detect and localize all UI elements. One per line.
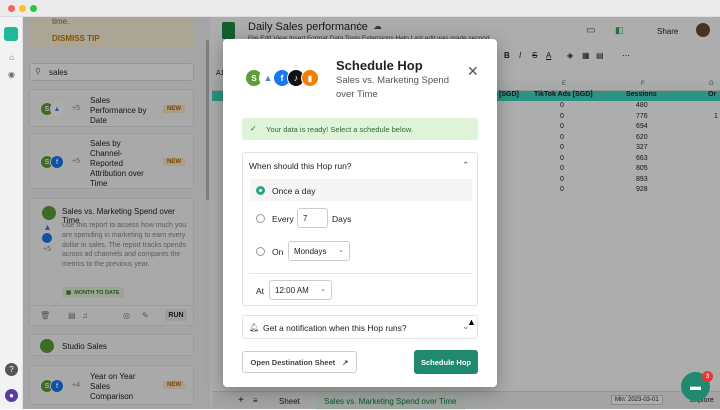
window-titlebar [0, 0, 720, 17]
once-radio[interactable] [256, 186, 265, 195]
days-label: Days [332, 214, 352, 224]
analytics-icon: ▮ [301, 69, 319, 87]
app-rail: ⌂ ◉ ? ● [0, 17, 23, 409]
check-icon: ✓ [250, 124, 257, 133]
every-days-input[interactable]: 7 [297, 208, 328, 228]
on-radio[interactable] [256, 247, 265, 256]
time-select[interactable]: 12:00 AM ⌄ [269, 280, 332, 300]
chevron-down-icon: ⌄ [320, 286, 326, 293]
history-icon[interactable]: ◉ [5, 68, 18, 81]
success-banner: ✓ Your data is ready! Select a schedule … [242, 118, 478, 140]
chevron-down-icon: ⌄ [338, 247, 344, 254]
at-label: At [256, 286, 265, 296]
weekday-value: Mondays [294, 246, 327, 256]
every-label: Every [272, 214, 294, 224]
chat-icon: ▬ [690, 380, 701, 393]
schedule-question[interactable]: When should this Hop run? [249, 161, 352, 171]
option-once-row[interactable]: Once a day [250, 179, 472, 201]
close-icon[interactable]: ✕ [467, 63, 479, 80]
bell-icon: 🔔︎ [249, 323, 260, 332]
avatar[interactable]: ● [5, 389, 18, 402]
modal-subtitle: Sales vs. Marketing Spend over Time [336, 75, 450, 100]
minimize-window-button[interactable] [19, 5, 26, 12]
cursor-icon: ▲ [467, 317, 476, 327]
divider [249, 273, 472, 274]
chevron-up-icon[interactable]: ⌃ [462, 160, 470, 171]
notification-section[interactable]: 🔔︎ Get a notification when this Hop runs… [242, 315, 478, 339]
external-link-icon: ↗ [342, 357, 349, 367]
weekday-select[interactable]: Mondays ⌄ [288, 241, 350, 261]
once-label: Once a day [272, 186, 316, 196]
modal-title: Schedule Hop [336, 58, 423, 73]
notify-label: Get a notification when this Hop runs? [263, 323, 407, 333]
on-label: On [272, 247, 284, 257]
schedule-section: When should this Hop run? ⌃ Once a day E… [242, 152, 478, 306]
time-value: 12:00 AM [275, 285, 309, 295]
app-logo[interactable] [4, 27, 18, 41]
schedule-hop-modal: S ▲ f ♪ ▮ Schedule Hop Sales vs. Marketi… [223, 39, 497, 387]
help-icon[interactable]: ? [5, 363, 18, 376]
open-destination-label: Open Destination Sheet [250, 357, 336, 367]
zoom-window-button[interactable] [30, 5, 37, 12]
open-destination-button[interactable]: Open Destination Sheet ↗ [242, 351, 357, 373]
home-icon[interactable]: ⌂ [5, 51, 18, 64]
success-message: Your data is ready! Select a schedule be… [266, 125, 413, 134]
channel-logos: S ▲ f ♪ ▮ [245, 69, 319, 87]
chat-count-badge: 3 [702, 371, 713, 382]
every-radio[interactable] [256, 214, 265, 223]
close-window-button[interactable] [8, 5, 15, 12]
schedule-hop-button[interactable]: Schedule Hop [414, 350, 478, 374]
